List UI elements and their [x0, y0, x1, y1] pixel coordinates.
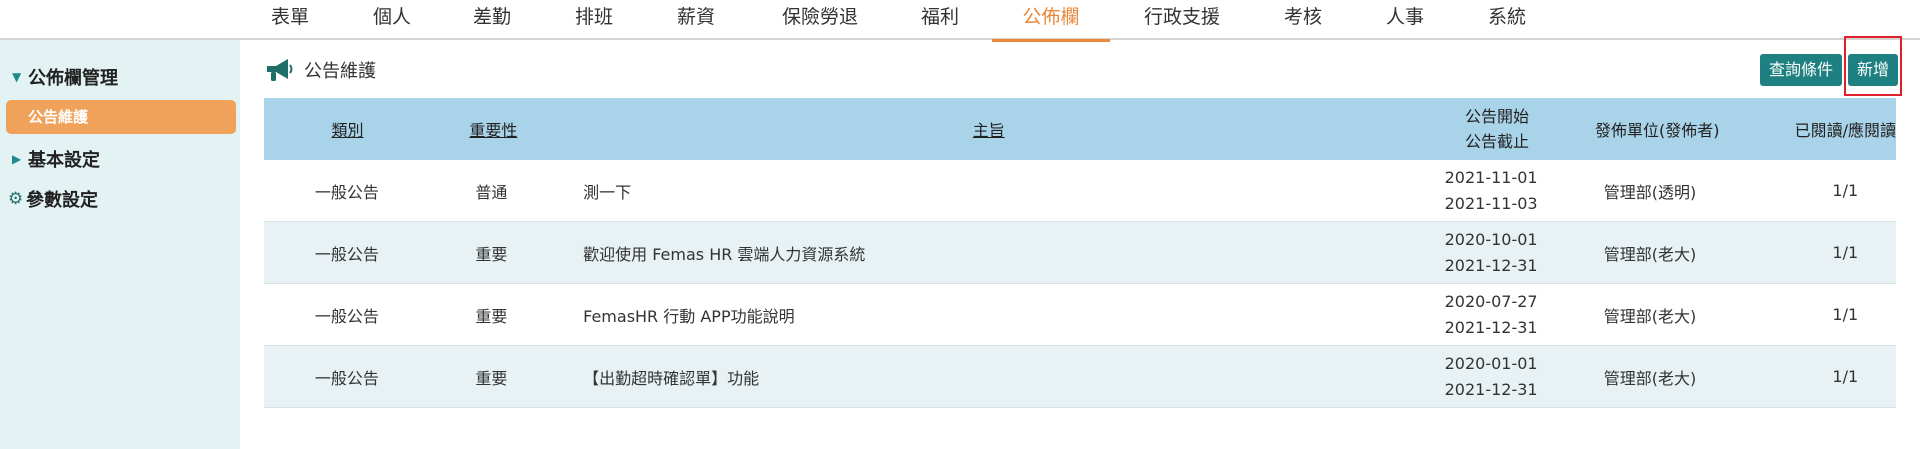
- table-header: 類別 重要性 主旨 公告開始 公告截止 發佈單位(發佈者) 已閱讀/應閱讀: [264, 98, 1896, 160]
- row-start: 2020-01-01: [1444, 353, 1538, 373]
- gear-icon: ⚙: [8, 189, 24, 209]
- row-importance: 重要: [475, 244, 508, 264]
- column-read: 已閱讀/應閱讀: [1794, 121, 1896, 140]
- row-end: 2021-12-31: [1444, 317, 1538, 337]
- row-importance: 重要: [475, 368, 508, 388]
- megaphone-icon: [267, 59, 293, 81]
- tab-welfare[interactable]: 福利: [920, 0, 960, 40]
- tab-forms[interactable]: 表單: [270, 0, 310, 40]
- page-header: 公告維護: [264, 54, 376, 86]
- sidebar-group-bulletin-management[interactable]: ▼ 公佈欄管理: [12, 64, 118, 90]
- row-dates: 2020-10-01 2021-12-31: [1417, 227, 1566, 279]
- row-read: 1/1: [1832, 243, 1859, 262]
- row-read: 1/1: [1832, 305, 1859, 324]
- table-row[interactable]: 一般公告 重要 歡迎使用 Femas HR 雲端人力資源系統 2020-10-0…: [264, 222, 1896, 284]
- table-row[interactable]: 一般公告 重要 FemasHR 行動 APP功能說明 2020-07-27 20…: [264, 284, 1896, 346]
- table-row[interactable]: 一般公告 普通 測一下 2021-11-01 2021-11-03 管理部(透明…: [264, 160, 1896, 222]
- row-importance: 重要: [475, 306, 508, 326]
- tab-payroll[interactable]: 薪資: [676, 0, 716, 40]
- sidebar-group-label: 基本設定: [28, 150, 100, 171]
- tab-insurance[interactable]: 保險勞退: [780, 0, 860, 40]
- row-subject[interactable]: 歡迎使用 Femas HR 雲端人力資源系統: [553, 241, 1417, 265]
- row-publisher: 管理部(老大): [1603, 368, 1697, 388]
- row-start: 2020-10-01: [1444, 229, 1538, 249]
- tab-scheduling[interactable]: 排班: [574, 0, 614, 40]
- tab-attendance[interactable]: 差勤: [472, 0, 512, 40]
- sidebar-group-label: 公佈欄管理: [28, 68, 118, 89]
- caret-right-icon: ▶: [12, 152, 22, 166]
- row-dates: 2020-01-01 2021-12-31: [1417, 351, 1566, 403]
- tab-appraisal[interactable]: 考核: [1283, 0, 1323, 40]
- row-subject[interactable]: 測一下: [553, 179, 1417, 203]
- column-publisher: 發佈單位(發佈者): [1595, 121, 1720, 140]
- tab-system[interactable]: 系統: [1487, 0, 1527, 40]
- row-end: 2021-12-31: [1444, 379, 1538, 399]
- row-category: 一般公告: [314, 182, 379, 202]
- row-end: 2021-11-03: [1444, 193, 1538, 213]
- row-category: 一般公告: [314, 244, 379, 264]
- column-end: 公告截止: [1464, 132, 1529, 151]
- tab-admin-support[interactable]: 行政支援: [1142, 0, 1222, 40]
- row-start: 2020-07-27: [1444, 291, 1538, 311]
- sidebar-group-label: 參數設定: [26, 190, 98, 211]
- row-read: 1/1: [1832, 367, 1859, 386]
- sidebar-group-basic-settings[interactable]: ▶ 基本設定: [12, 146, 100, 172]
- column-dates: 公告開始 公告截止: [1422, 104, 1572, 154]
- sidebar: ▼ 公佈欄管理 公告維護 ▶ 基本設定 ⚙ 參數設定: [0, 40, 240, 449]
- column-category[interactable]: 類別: [264, 117, 431, 141]
- tab-hr[interactable]: 人事: [1385, 0, 1425, 40]
- top-nav: 表單 個人 差勤 排班 薪資 保險勞退 福利 公佈欄 行政支援 考核 人事 系統: [0, 0, 1920, 42]
- row-publisher: 管理部(老大): [1603, 244, 1697, 264]
- row-subject[interactable]: FemasHR 行動 APP功能說明: [553, 303, 1417, 327]
- row-start: 2021-11-01: [1444, 167, 1538, 187]
- column-start: 公告開始: [1464, 107, 1529, 126]
- tab-bulletin[interactable]: 公佈欄: [992, 0, 1110, 42]
- row-category: 一般公告: [314, 306, 379, 326]
- highlight-box: [1844, 36, 1902, 96]
- row-publisher: 管理部(老大): [1603, 306, 1697, 326]
- row-publisher: 管理部(透明): [1603, 182, 1697, 202]
- sidebar-group-parameter-settings[interactable]: ⚙ 參數設定: [8, 186, 98, 212]
- column-importance[interactable]: 重要性: [431, 117, 555, 141]
- row-end: 2021-12-31: [1444, 255, 1538, 275]
- row-dates: 2020-07-27 2021-12-31: [1417, 289, 1566, 341]
- column-subject[interactable]: 主旨: [556, 117, 1422, 141]
- row-read: 1/1: [1832, 181, 1859, 200]
- table-row[interactable]: 一般公告 重要 【出勤超時確認單】功能 2020-01-01 2021-12-3…: [264, 346, 1896, 408]
- page-title: 公告維護: [304, 61, 376, 82]
- announcement-table: 類別 重要性 主旨 公告開始 公告截止 發佈單位(發佈者) 已閱讀/應閱讀 一般…: [264, 98, 1896, 408]
- row-dates: 2021-11-01 2021-11-03: [1417, 165, 1566, 217]
- row-category: 一般公告: [314, 368, 379, 388]
- tab-personal[interactable]: 個人: [372, 0, 412, 40]
- query-conditions-button[interactable]: 查詢條件: [1760, 54, 1842, 86]
- sidebar-item-announcement-maintenance[interactable]: 公告維護: [6, 100, 236, 134]
- row-importance: 普通: [475, 182, 508, 202]
- caret-down-icon: ▼: [12, 70, 22, 84]
- row-subject[interactable]: 【出勤超時確認單】功能: [553, 365, 1417, 389]
